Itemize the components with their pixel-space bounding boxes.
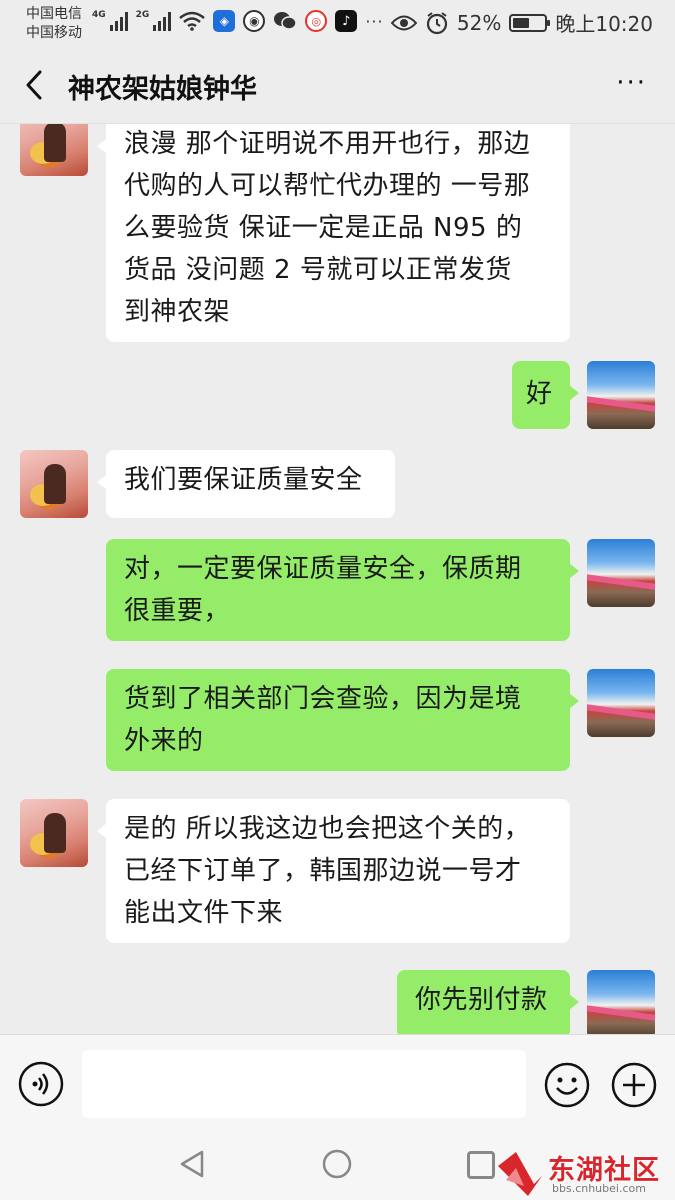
- more-notifications-icon: ···: [365, 11, 384, 31]
- incoming-message[interactable]: 浪漫 那个证明说不用开也行，那边 代购的人可以帮忙代办理的 一号那 么要验货 保…: [97, 124, 570, 342]
- battery-icon: [509, 13, 551, 32]
- more-options-icon[interactable]: ···: [616, 68, 647, 98]
- message-input[interactable]: [82, 1050, 526, 1118]
- status-bar: 中国电信 中国移动 4G 2G ◈ ◉ ◎ ♪ ··· 52% 晚上10:20: [0, 0, 675, 46]
- message-line: 你先别付款: [415, 985, 548, 1015]
- message-line: 货到了相关部门会查验，因为是境: [124, 684, 522, 714]
- more-functions-icon[interactable]: [610, 1061, 658, 1109]
- system-nav-bar: 东湖社区 bbs.cnhubei.com: [0, 1134, 675, 1200]
- incoming-message[interactable]: 我们要保证质量安全: [97, 450, 395, 518]
- contact-avatar[interactable]: [20, 124, 88, 176]
- watermark-url: bbs.cnhubei.com: [552, 1182, 646, 1195]
- watermark: 东湖社区 bbs.cnhubei.com: [490, 1142, 675, 1200]
- message-line: 外来的: [124, 726, 204, 756]
- message-line: 能出文件下来: [124, 898, 284, 928]
- carrier-1: 中国电信: [26, 6, 82, 22]
- chat-header: 神农架姑娘钟华 ···: [0, 46, 675, 124]
- contact-avatar[interactable]: [20, 450, 88, 518]
- my-avatar[interactable]: [587, 970, 655, 1034]
- alarm-icon: [426, 11, 448, 34]
- message-line: 很重要，: [124, 596, 231, 626]
- contact-avatar[interactable]: [20, 799, 88, 867]
- signal-icon: [109, 11, 128, 31]
- outgoing-message[interactable]: 货到了相关部门会查验，因为是境 外来的: [106, 669, 579, 771]
- message-line: 代购的人可以帮忙代办理的 一号那: [124, 171, 531, 201]
- incoming-message[interactable]: 是的 所以我这边也会把这个关的， 已经下订单了，韩国那边说一号才 能出文件下来: [97, 799, 570, 943]
- watermark-logo-icon: [498, 1152, 542, 1196]
- network-type-2: 2G: [135, 10, 150, 20]
- nav-home-icon[interactable]: [321, 1148, 353, 1180]
- browser-icon: ◉: [243, 10, 266, 32]
- input-bar: [0, 1034, 675, 1134]
- battery-level: [513, 17, 529, 28]
- message-line: 货品 没问题 2 号就可以正常发货: [124, 255, 512, 285]
- nav-back-icon[interactable]: [176, 1148, 208, 1180]
- outgoing-message[interactable]: 对，一定要保证质量安全，保质期 很重要，: [106, 539, 579, 641]
- wechat-icon: [274, 12, 298, 30]
- my-avatar[interactable]: [587, 539, 655, 607]
- outgoing-message[interactable]: 好: [512, 361, 579, 429]
- status-icons-right: 52% 晚上10:20: [390, 8, 653, 37]
- voice-input-icon[interactable]: [18, 1061, 64, 1107]
- my-avatar[interactable]: [587, 361, 655, 429]
- chat-title: 神农架姑娘钟华: [68, 74, 257, 105]
- message-line: 我们要保证质量安全: [124, 465, 363, 495]
- network-type-1: 4G: [92, 10, 106, 20]
- eye-icon: [390, 15, 417, 30]
- battery-percent: 52%: [456, 10, 502, 35]
- message-line: 已经下订单了，韩国那边说一号才: [124, 856, 522, 886]
- carrier-2: 中国移动: [26, 25, 82, 41]
- signal-icon-2: [153, 11, 172, 31]
- message-line: 对，一定要保证质量安全，保质期: [124, 554, 522, 584]
- message-line: 好: [526, 379, 553, 409]
- status-icons-left: 4G 2G ◈ ◉ ◎ ♪ ···: [92, 10, 384, 32]
- shield-icon: ◈: [213, 10, 236, 32]
- tiktok-icon: ♪: [335, 10, 358, 32]
- outgoing-message[interactable]: 你先别付款: [397, 970, 579, 1034]
- message-list[interactable]: 浪漫 那个证明说不用开也行，那边 代购的人可以帮忙代办理的 一号那 么要验货 保…: [0, 124, 675, 1034]
- back-arrow-icon[interactable]: [20, 68, 50, 102]
- message-line: 浪漫 那个证明说不用开也行，那边: [124, 129, 531, 159]
- emoji-icon[interactable]: [543, 1061, 591, 1109]
- wifi-icon: [179, 11, 206, 31]
- message-line: 到神农架: [124, 297, 231, 327]
- message-line: 是的 所以我这边也会把这个关的，: [124, 814, 531, 844]
- weibo-icon: ◎: [305, 10, 328, 32]
- clock: 晚上10:20: [555, 12, 653, 36]
- message-line: 么要验货 保证一定是正品 N95 的: [124, 213, 523, 243]
- my-avatar[interactable]: [587, 669, 655, 737]
